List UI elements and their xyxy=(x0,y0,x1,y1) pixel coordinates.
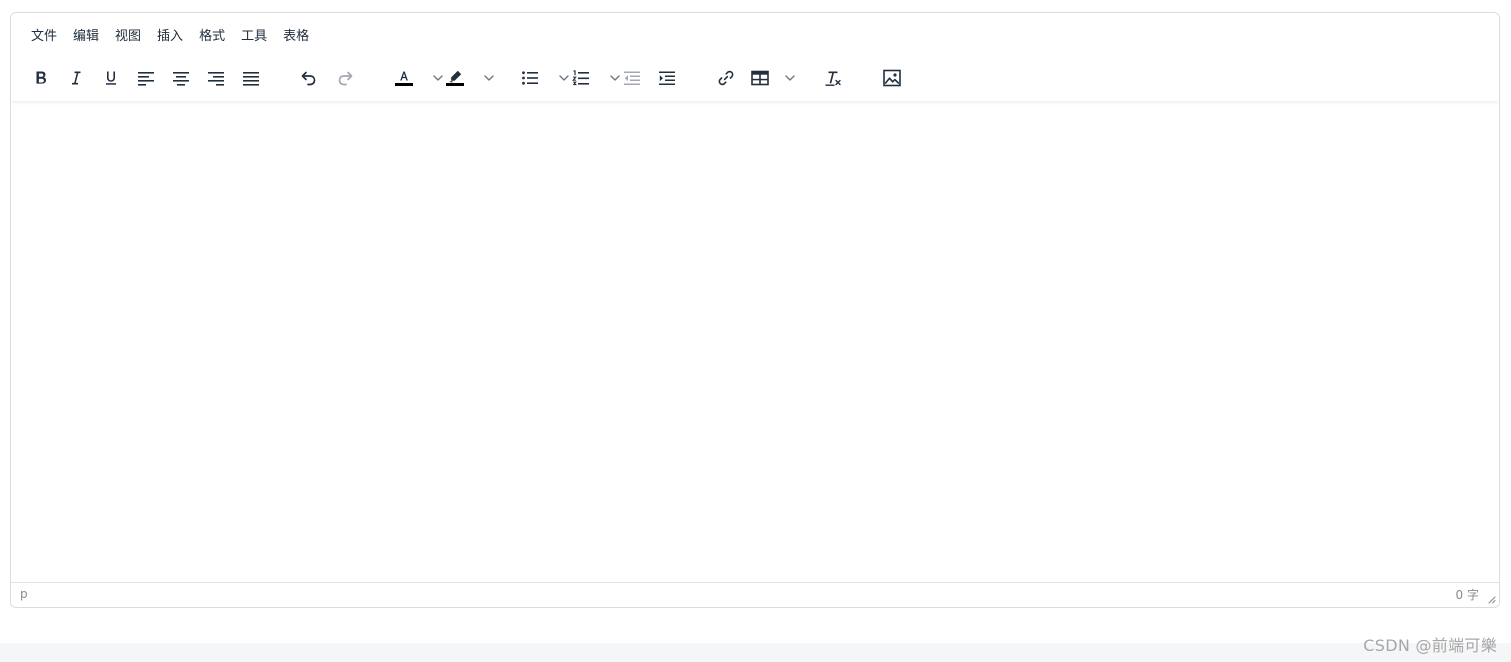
align-center-icon xyxy=(173,72,189,86)
indent-button[interactable] xyxy=(655,63,679,93)
indent-icon xyxy=(659,71,675,85)
align-right-button[interactable] xyxy=(204,63,228,93)
align-right-icon xyxy=(208,72,224,86)
editor-header: 文件 编辑 视图 插入 格式 工具 表格 xyxy=(11,13,1499,101)
text-color-button[interactable] xyxy=(392,63,416,93)
align-left-icon xyxy=(138,72,154,86)
numbered-list-button[interactable] xyxy=(569,63,593,93)
undo-button[interactable] xyxy=(297,63,321,93)
resize-handle-icon[interactable] xyxy=(1486,594,1496,604)
outdent-icon xyxy=(624,71,640,85)
toolbar xyxy=(11,61,1499,95)
undo-icon xyxy=(301,71,316,86)
image-icon xyxy=(883,69,901,87)
redo-button[interactable] xyxy=(333,63,357,93)
menu-edit[interactable]: 编辑 xyxy=(65,25,107,49)
rich-text-editor: 文件 编辑 视图 插入 格式 工具 表格 p 0 字 xyxy=(10,12,1500,608)
menu-tools[interactable]: 工具 xyxy=(233,25,275,49)
editor-content-area[interactable] xyxy=(11,101,1499,582)
word-count[interactable]: 0 字 xyxy=(1456,586,1479,603)
highlight-color-button[interactable] xyxy=(443,63,467,93)
link-icon xyxy=(718,70,734,86)
redo-icon xyxy=(338,71,353,86)
bold-button[interactable] xyxy=(29,63,53,93)
align-center-button[interactable] xyxy=(169,63,193,93)
menu-format[interactable]: 格式 xyxy=(191,25,233,49)
align-justify-icon xyxy=(243,72,259,86)
menubar: 文件 编辑 视图 插入 格式 工具 表格 xyxy=(23,25,317,49)
menu-insert[interactable]: 插入 xyxy=(149,25,191,49)
image-button[interactable] xyxy=(880,63,904,93)
link-button[interactable] xyxy=(714,63,738,93)
italic-button[interactable] xyxy=(64,63,88,93)
element-path[interactable]: p xyxy=(20,587,28,601)
bold-icon xyxy=(36,71,46,84)
bottom-strip xyxy=(0,643,1511,662)
text-color-icon xyxy=(395,71,413,86)
italic-icon xyxy=(72,71,81,85)
menu-view[interactable]: 视图 xyxy=(107,25,149,49)
bullet-list-icon xyxy=(522,71,538,85)
watermark: CSDN @前端可樂 xyxy=(1363,636,1497,655)
clear-format-icon xyxy=(825,71,841,86)
numbered-list-icon xyxy=(572,70,589,86)
menu-table[interactable]: 表格 xyxy=(275,25,317,49)
table-button[interactable] xyxy=(748,63,772,93)
bullet-list-button[interactable] xyxy=(518,63,542,93)
clear-format-button[interactable] xyxy=(821,63,845,93)
align-left-button[interactable] xyxy=(134,63,158,93)
page: 文件 编辑 视图 插入 格式 工具 表格 p 0 字 CSDN @前端可樂 xyxy=(0,0,1511,662)
highlight-dropdown-chevron-icon[interactable] xyxy=(483,70,495,86)
underline-button[interactable] xyxy=(99,63,123,93)
underline-icon xyxy=(106,71,116,85)
align-justify-button[interactable] xyxy=(239,63,263,93)
menu-file[interactable]: 文件 xyxy=(23,25,65,49)
highlight-icon xyxy=(446,70,464,86)
table-icon xyxy=(751,70,769,86)
outdent-button[interactable] xyxy=(620,63,644,93)
statusbar: p 0 字 xyxy=(11,582,1499,607)
table-dropdown-chevron-icon[interactable] xyxy=(784,70,796,86)
